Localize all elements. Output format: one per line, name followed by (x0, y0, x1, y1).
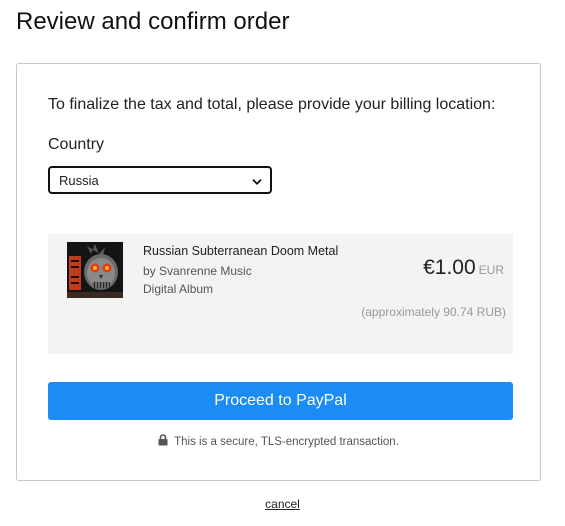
order-dialog: To finalize the tax and total, please pr… (16, 63, 541, 481)
item-title: Russian Subterranean Doom Metal (143, 244, 339, 258)
price-currency: EUR (478, 263, 504, 277)
album-cover-image (67, 242, 123, 298)
chevron-down-icon (252, 175, 262, 185)
country-selected-value: Russia (59, 172, 99, 188)
secure-text: This is a secure, TLS-encrypted transact… (174, 436, 399, 448)
proceed-to-paypal-button[interactable]: Proceed to PayPal (48, 382, 513, 420)
billing-prompt: To finalize the tax and total, please pr… (48, 96, 496, 113)
item-price: €1.00 EUR (423, 256, 504, 280)
lock-icon (158, 434, 168, 449)
item-artist: by Svanrenne Music (143, 264, 252, 278)
price-amount: €1.00 (423, 256, 476, 279)
item-format: Digital Album (143, 282, 214, 296)
country-label: Country (48, 136, 105, 153)
cancel-container: cancel (0, 497, 565, 511)
cancel-link[interactable]: cancel (265, 497, 300, 511)
country-select[interactable]: Russia (48, 166, 272, 194)
secure-note: This is a secure, TLS-encrypted transact… (17, 434, 540, 449)
page-title: Review and confirm order (16, 8, 290, 35)
order-item-panel: Russian Subterranean Doom Metal by Svanr… (48, 234, 513, 354)
approx-price: (approximately 90.74 RUB) (361, 305, 506, 319)
